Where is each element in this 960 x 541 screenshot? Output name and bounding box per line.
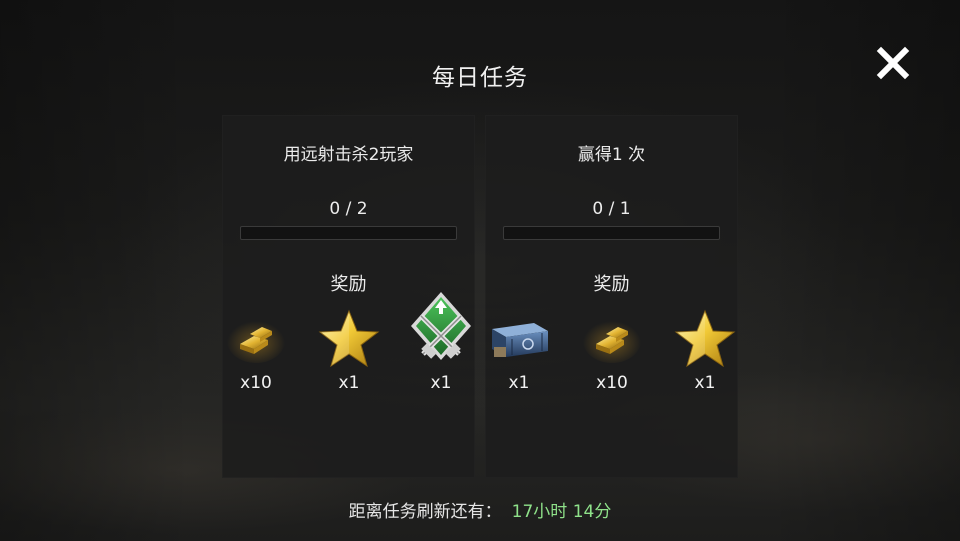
gold-star-icon — [674, 309, 736, 368]
reward-qty: x1 — [430, 373, 452, 393]
progress-text: 0 / 1 — [592, 199, 631, 219]
reward-rifle-badge[interactable]: x1 — [406, 292, 476, 398]
reward-qty: x1 — [694, 373, 716, 393]
reward-gold-bars[interactable]: x10 — [577, 308, 647, 398]
reward-star[interactable]: x1 — [314, 308, 384, 398]
close-icon — [876, 46, 910, 80]
gold-bars-icon — [583, 319, 641, 363]
gold-bars-icon — [227, 319, 285, 363]
task-name: 用远射击杀2玩家 — [283, 145, 414, 165]
reward-label: 奖励 — [593, 274, 630, 295]
reward-qty: x1 — [338, 373, 360, 393]
daily-tasks-screen: { "header": { "title": "每日任务", "close_ic… — [0, 0, 960, 541]
reward-qty: x1 — [508, 373, 530, 393]
reward-star[interactable]: x1 — [670, 308, 740, 398]
reward-qty: x10 — [240, 373, 272, 393]
close-button[interactable] — [872, 42, 914, 84]
supply-crate-icon — [492, 323, 548, 357]
crossed-rifles-badge-icon — [411, 292, 471, 360]
reward-supply-crate[interactable]: x1 — [484, 308, 554, 398]
gold-star-icon — [318, 309, 380, 368]
task-card-2: 赢得1 次 0 / 1 奖励 — [485, 115, 738, 478]
refresh-label: 距离任务刷新还有： — [348, 502, 502, 522]
page-title: 每日任务 — [432, 65, 528, 91]
task-name: 赢得1 次 — [577, 145, 646, 165]
refresh-timer: 17小时 14分 — [511, 502, 612, 522]
progress-bar — [503, 226, 720, 240]
progress-bar — [240, 226, 457, 240]
progress-text: 0 / 2 — [329, 199, 368, 219]
refresh-countdown: 距离任务刷新还有： 17小时 14分 — [0, 497, 960, 522]
reward-qty: x10 — [596, 373, 628, 393]
reward-gold-bars[interactable]: x10 — [221, 308, 291, 398]
